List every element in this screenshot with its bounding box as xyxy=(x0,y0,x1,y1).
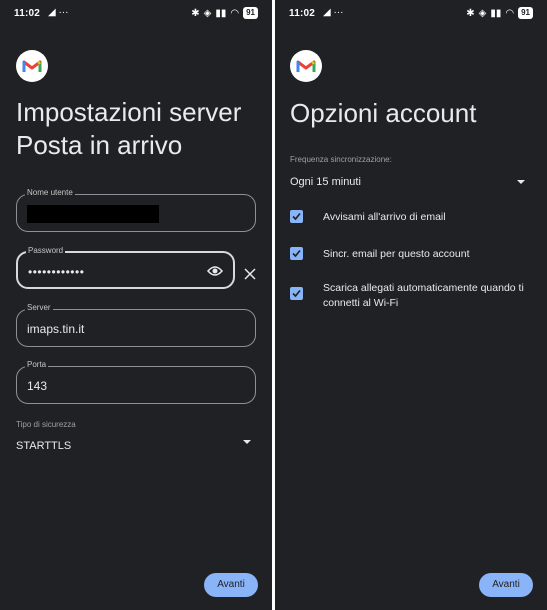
password-value: •••••••••••• xyxy=(28,265,85,279)
option-sync-row[interactable]: Sincr. email per questo account xyxy=(290,247,538,262)
dropdown-arrow-icon[interactable] xyxy=(517,180,525,184)
checkbox-icon[interactable] xyxy=(290,210,303,223)
next-button[interactable]: Avanti xyxy=(479,573,533,597)
battery-icon: 91 xyxy=(243,7,258,19)
gmail-logo xyxy=(16,50,48,82)
password-field[interactable]: Password •••••••••••• xyxy=(16,246,235,289)
eye-icon[interactable] xyxy=(207,264,223,278)
signal-icon: ▮▮ xyxy=(215,7,227,19)
notification-icons: ◢ ··· xyxy=(323,7,344,18)
username-field[interactable]: Nome utente xyxy=(16,188,256,232)
status-time: 11:02 xyxy=(289,8,316,19)
wifi-icon: ◠ xyxy=(505,7,515,19)
option-sync-label: Sincr. email per questo account xyxy=(323,248,470,260)
status-bar: 11:02 ◢ ··· ✱ ◈ ▮▮ ◠ 91 xyxy=(275,4,547,24)
vibrate-icon: ◈ xyxy=(478,7,487,19)
close-icon[interactable] xyxy=(244,268,256,280)
sync-frequency-dropdown[interactable]: Ogni 15 minuti xyxy=(290,176,361,188)
status-icons: ✱ ◈ ▮▮ ◠ 91 xyxy=(466,7,533,19)
server-label: Server xyxy=(25,303,53,312)
next-button[interactable]: Avanti xyxy=(204,573,258,597)
dropdown-arrow-icon[interactable] xyxy=(243,440,251,444)
port-field[interactable]: Porta 143 xyxy=(16,360,256,404)
checkbox-icon[interactable] xyxy=(290,287,303,300)
server-value: imaps.tin.it xyxy=(27,322,85,336)
sync-frequency-label: Frequenza sincronizzazione: xyxy=(290,155,392,164)
option-attachments-label: Scarica allegati automaticamente quando … xyxy=(323,282,524,309)
wifi-icon: ◠ xyxy=(230,7,240,19)
page-title: Impostazioni server Posta in arrivo xyxy=(16,97,242,160)
redacted-username xyxy=(27,205,159,223)
status-bar: 11:02 ◢ ··· ✱ ◈ ▮▮ ◠ 91 xyxy=(0,4,272,24)
battery-icon: 91 xyxy=(518,7,533,19)
account-options-screen: 11:02 ◢ ··· ✱ ◈ ▮▮ ◠ 91 Opzioni account … xyxy=(275,0,547,610)
checkbox-icon[interactable] xyxy=(290,247,303,260)
security-label: Tipo di sicurezza xyxy=(16,420,76,429)
password-label: Password xyxy=(26,246,66,255)
page-title: Opzioni account xyxy=(290,98,477,128)
notification-icons: ◢ ··· xyxy=(48,7,69,18)
option-attachments-row[interactable]: Scarica allegati automaticamente quando … xyxy=(290,281,538,311)
status-time: 11:02 xyxy=(14,8,41,19)
server-field[interactable]: Server imaps.tin.it xyxy=(16,303,256,347)
bluetooth-icon: ✱ xyxy=(191,7,200,19)
bluetooth-icon: ✱ xyxy=(466,7,475,19)
server-settings-screen: 11:02 ◢ ··· ✱ ◈ ▮▮ ◠ 91 Impostazioni ser… xyxy=(0,0,272,610)
username-label: Nome utente xyxy=(25,188,75,197)
port-value: 143 xyxy=(27,379,48,393)
option-notify-row[interactable]: Avvisami all'arrivo di email xyxy=(290,210,538,225)
option-notify-label: Avvisami all'arrivo di email xyxy=(323,211,446,223)
port-label: Porta xyxy=(25,360,49,369)
security-dropdown[interactable]: STARTTLS xyxy=(16,440,71,452)
vibrate-icon: ◈ xyxy=(203,7,212,19)
status-icons: ✱ ◈ ▮▮ ◠ 91 xyxy=(191,7,258,19)
signal-icon: ▮▮ xyxy=(490,7,502,19)
gmail-logo xyxy=(290,50,322,82)
